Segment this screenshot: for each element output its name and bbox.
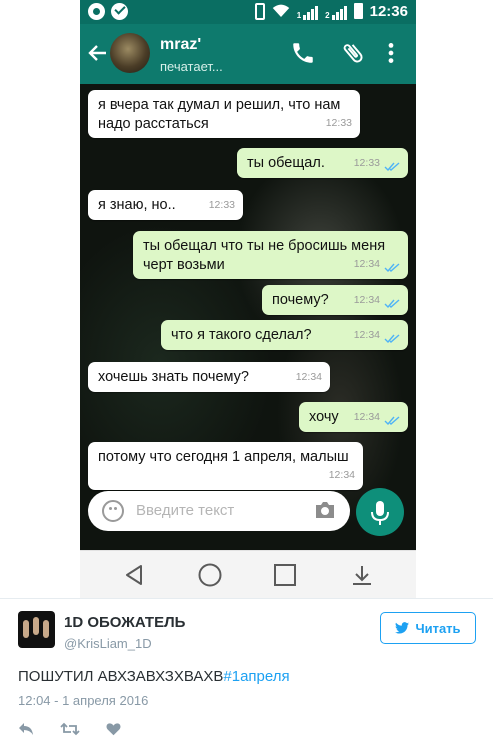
tweet-actions (18, 722, 121, 736)
read-ticks-icon (384, 162, 400, 171)
message-time: 12:33 (325, 117, 352, 129)
attach-paperclip-icon[interactable] (340, 40, 366, 66)
message-time: 12:34 (295, 371, 322, 383)
read-ticks-icon (384, 416, 400, 425)
message-bubble[interactable]: я знаю, но.. 12:33 (88, 190, 243, 220)
message-bubble[interactable]: ты обещал что ты не бросишь меня черт во… (133, 231, 408, 279)
nav-back-icon[interactable] (122, 563, 146, 587)
nav-recents-icon[interactable] (273, 563, 297, 587)
message-time: 12:33 (353, 157, 380, 169)
contact-avatar[interactable] (110, 33, 150, 73)
twitter-bird-icon (395, 622, 410, 634)
nav-home-icon[interactable] (197, 562, 223, 588)
chat-header: mraz' печатает... (80, 24, 416, 84)
check-circle-icon (111, 3, 128, 20)
tweet-text: ПОШУТИЛ АВХЗАВХЗХВАХВ#1апреля (18, 668, 290, 685)
retweet-icon[interactable] (60, 722, 80, 736)
divider (0, 598, 493, 599)
voice-record-button[interactable] (356, 488, 404, 536)
message-input[interactable]: Введите текст (88, 491, 350, 531)
chat-screenshot: 1 2 12:36 mraz' печатает... я вчера так … (80, 0, 416, 598)
vibrate-icon (254, 2, 265, 20)
battery-icon (353, 3, 363, 19)
signal-sim1-icon: 1 (296, 3, 319, 20)
message-time: 12:33 (208, 199, 235, 211)
message-bubble[interactable]: я вчера так думал и решил, что нам надо … (88, 90, 360, 138)
follow-label: Читать (415, 620, 461, 636)
reply-icon[interactable] (18, 722, 34, 736)
message-text: я знаю, но.. (98, 197, 176, 213)
message-time: 12:34 (353, 258, 380, 270)
read-ticks-icon (384, 299, 400, 308)
composer-bar: Введите текст (80, 488, 416, 536)
call-icon[interactable] (290, 40, 316, 66)
android-navigation-bar (80, 550, 416, 598)
message-bubble[interactable]: хочешь знать почему? 12:34 (88, 362, 330, 392)
mic-icon (371, 501, 389, 525)
message-text: я вчера так думал и решил, что нам надо … (98, 97, 341, 132)
tweet-hashtag[interactable]: #1апреля (223, 668, 289, 685)
sim1-label: 1 (296, 10, 302, 20)
tweet-author-name[interactable]: 1D ОБОЖАТЕЛЬ (64, 614, 185, 631)
status-time: 12:36 (369, 2, 408, 20)
emoji-icon[interactable] (102, 500, 124, 522)
message-text: потому что сегодня 1 апреля, малыш (98, 449, 349, 465)
message-text: почему? (272, 292, 329, 308)
camera-icon[interactable] (314, 501, 336, 519)
tweet-author-avatar[interactable] (18, 611, 55, 648)
status-bar: 1 2 12:36 (80, 0, 416, 24)
read-ticks-icon (384, 334, 400, 343)
message-list: я вчера так думал и решил, что нам надо … (80, 84, 416, 550)
message-time: 12:34 (353, 329, 380, 341)
message-bubble[interactable]: потому что сегодня 1 апреля, малыш 12:34 (88, 442, 363, 490)
tweet-author-handle[interactable]: @KrisLiam_1D (64, 636, 152, 651)
tweet-body: ПОШУТИЛ АВХЗАВХЗХВАХВ (18, 668, 224, 685)
message-text: хочешь знать почему? (98, 369, 249, 385)
signal-sim2-icon: 2 (325, 3, 347, 20)
message-placeholder: Введите текст (136, 502, 235, 519)
more-vert-icon[interactable] (378, 40, 404, 66)
message-text: что я такого сделал? (171, 327, 312, 343)
sim2-label: 2 (325, 10, 330, 20)
message-text: ты обещал. (247, 155, 325, 171)
message-bubble[interactable]: ты обещал. 12:33 (237, 148, 408, 178)
back-arrow-icon[interactable] (86, 41, 110, 65)
message-text: ты обещал что ты не бросишь меня черт во… (143, 238, 386, 273)
tweet-timestamp[interactable]: 12:04 - 1 апреля 2016 (18, 693, 148, 708)
typing-status: печатает... (160, 59, 223, 74)
nav-notifications-icon[interactable] (350, 563, 374, 587)
message-bubble[interactable]: почему? 12:34 (262, 285, 408, 315)
message-bubble[interactable]: хочу 12:34 (299, 402, 408, 432)
read-ticks-icon (384, 263, 400, 272)
message-bubble[interactable]: что я такого сделал? 12:34 (161, 320, 408, 350)
notification-icon (88, 3, 105, 20)
message-time: 12:34 (353, 411, 380, 423)
like-heart-icon[interactable] (106, 722, 121, 736)
wifi-icon (272, 4, 289, 17)
message-time: 12:34 (353, 294, 380, 306)
message-time: 12:34 (328, 469, 355, 481)
contact-name[interactable]: mraz' (160, 36, 201, 54)
message-text: хочу (309, 409, 339, 425)
follow-button[interactable]: Читать (380, 612, 476, 644)
